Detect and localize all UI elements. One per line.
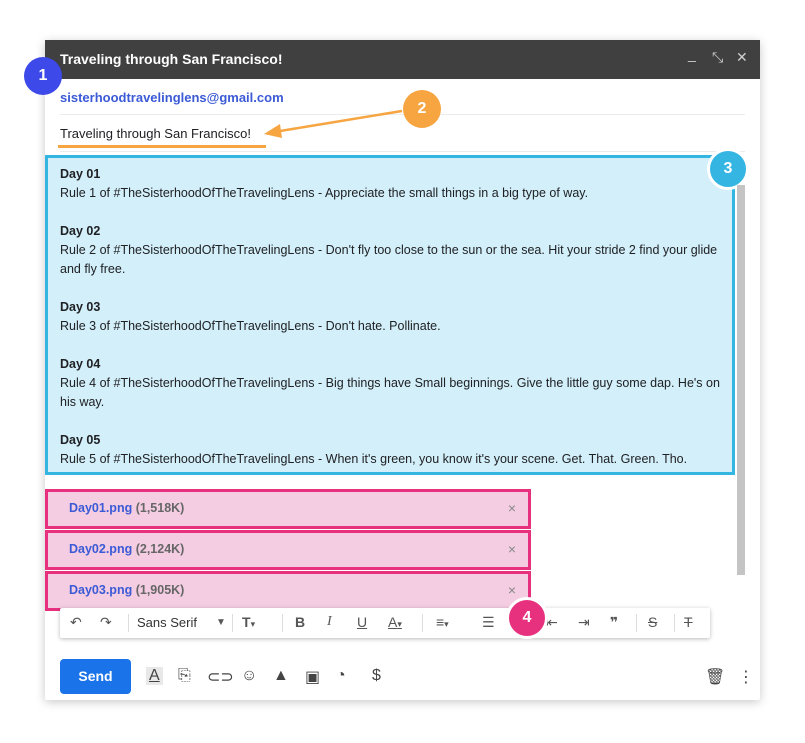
body-paragraph: Day 01 Rule 1 of #TheSisterhoodOfTheTrav… (60, 165, 728, 203)
formatting-toolbar: ↶ ↷ Sans Serif ▼ T▾ B I U A▾ ≡▾ ☰ ⇤ ⇥ ❞ … (60, 608, 710, 638)
scrollbar[interactable] (737, 185, 745, 575)
day-text: Rule 4 of #TheSisterhoodOfTheTravelingLe… (60, 376, 720, 409)
underline-icon[interactable]: U (357, 614, 367, 630)
day-heading: Day 03 (60, 300, 101, 314)
attachment-name: Day01.png (1,518K) (69, 501, 185, 515)
divider (282, 614, 283, 632)
chevron-down-icon[interactable]: ▼ (216, 617, 226, 628)
attachment-chip[interactable]: Day02.png (2,124K) × (45, 530, 531, 570)
formatting-options-icon[interactable]: A (146, 667, 163, 685)
send-button[interactable]: Send (60, 659, 131, 694)
divider (636, 614, 637, 632)
day-text: Rule 5 of #TheSisterhoodOfTheTravelingLe… (60, 452, 688, 466)
remove-attachment-icon[interactable]: × (508, 582, 516, 598)
body-paragraph: Day 02 Rule 2 of #TheSisterhoodOfTheTrav… (60, 222, 728, 279)
drive-icon[interactable]: ▲ (273, 667, 289, 685)
day-text: Rule 3 of #TheSisterhoodOfTheTravelingLe… (60, 319, 441, 333)
minimize-icon[interactable]: _ (688, 46, 696, 62)
link-icon[interactable]: ⊂⊃ (207, 667, 234, 687)
font-family-select[interactable]: Sans Serif (137, 615, 197, 630)
emoji-icon[interactable]: ☺ (241, 667, 257, 685)
numbered-list-icon[interactable]: ☰ (482, 614, 495, 631)
photo-icon[interactable]: ▣ (305, 667, 320, 687)
remove-attachment-icon[interactable]: × (508, 541, 516, 557)
attachment-name: Day03.png (1,905K) (69, 583, 185, 597)
attachment-chip[interactable]: Day03.png (1,905K) × (45, 571, 531, 611)
divider (128, 614, 129, 632)
day-heading: Day 05 (60, 433, 101, 447)
redo-icon[interactable]: ↷ (100, 614, 112, 631)
trash-icon[interactable]: 🗑 (705, 667, 725, 687)
quote-icon[interactable]: ❞ (610, 614, 618, 631)
bold-icon[interactable]: B (295, 614, 305, 630)
divider (422, 614, 423, 632)
text-color-icon[interactable]: A▾ (388, 614, 402, 630)
strikethrough-icon[interactable]: S (648, 614, 657, 630)
clear-formatting-icon[interactable]: T (684, 614, 693, 630)
attachment-size: (1,905K) (135, 583, 185, 597)
body-paragraph: Day 04 Rule 4 of #TheSisterhoodOfTheTrav… (60, 355, 728, 412)
subject-highlight (58, 145, 266, 148)
divider (674, 614, 675, 632)
expand-icon[interactable]: ⤡ (712, 49, 723, 66)
compose-title: Traveling through San Francisco! (60, 51, 283, 67)
callout-badge-2: 2 (403, 90, 441, 128)
close-icon[interactable]: ✕ (736, 49, 748, 66)
confidential-icon[interactable]: ◔ (336, 667, 346, 685)
attachment-size: (2,124K) (135, 542, 185, 556)
subject-field[interactable]: Traveling through San Francisco! (60, 126, 251, 141)
callout-badge-1: 1 (24, 57, 62, 95)
day-heading: Day 02 (60, 224, 101, 238)
attachment-size: (1,518K) (135, 501, 185, 515)
more-options-icon[interactable]: ⋮ (738, 667, 754, 687)
callout-badge-4: 4 (506, 597, 548, 639)
day-heading: Day 01 (60, 167, 101, 181)
indent-more-icon[interactable]: ⇥ (578, 614, 590, 631)
attachment-chip[interactable]: Day01.png (1,518K) × (45, 489, 531, 529)
callout-badge-3: 3 (707, 148, 749, 190)
remove-attachment-icon[interactable]: × (508, 500, 516, 516)
body-paragraph: Day 03 Rule 3 of #TheSisterhoodOfTheTrav… (60, 298, 728, 336)
divider (60, 151, 745, 152)
italic-icon[interactable]: I (327, 614, 332, 630)
font-size-icon[interactable]: T▾ (242, 614, 255, 630)
align-icon[interactable]: ≡▾ (436, 614, 449, 630)
day-heading: Day 04 (60, 357, 101, 371)
undo-icon[interactable]: ↶ (70, 614, 82, 631)
from-address[interactable]: sisterhoodtravelinglens@gmail.com (60, 90, 284, 105)
attach-icon[interactable]: ⎘ (178, 667, 191, 685)
day-text: Rule 2 of #TheSisterhoodOfTheTravelingLe… (60, 243, 718, 276)
body-paragraph: Day 05 Rule 5 of #TheSisterhoodOfTheTrav… (60, 431, 728, 469)
money-icon[interactable]: $ (372, 667, 381, 685)
callout-arrow (264, 109, 403, 138)
compose-title-bar: Traveling through San Francisco! _ ⤡ ✕ (45, 40, 760, 79)
day-text: Rule 1 of #TheSisterhoodOfTheTravelingLe… (60, 186, 589, 200)
divider (232, 614, 233, 632)
message-body[interactable]: Day 01 Rule 1 of #TheSisterhoodOfTheTrav… (45, 155, 735, 475)
attachment-name: Day02.png (2,124K) (69, 542, 185, 556)
